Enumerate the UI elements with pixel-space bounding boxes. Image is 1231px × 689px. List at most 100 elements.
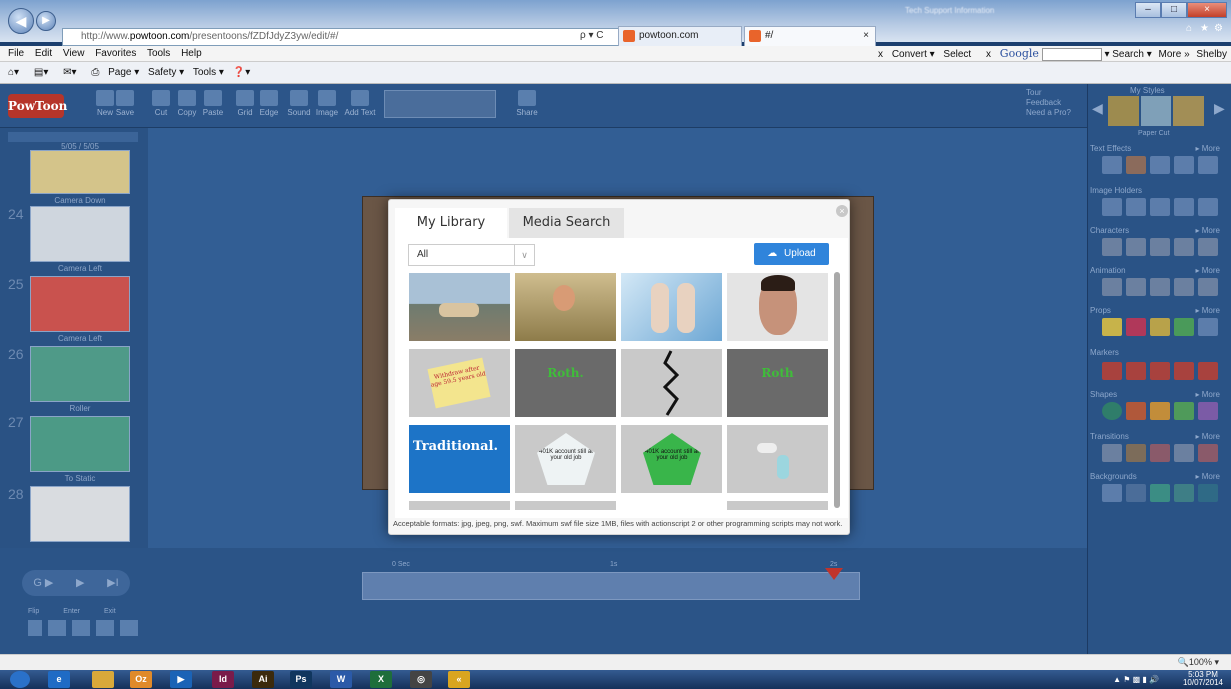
media-player-taskbar-icon[interactable]: ▶ <box>170 671 192 688</box>
google-search-button[interactable]: ▾ Search ▾ <box>1104 49 1151 60</box>
upload-button[interactable]: ☁ Upload <box>754 243 829 265</box>
slide-panel-controls[interactable] <box>8 132 138 142</box>
more-link[interactable]: ▸ More <box>1196 144 1220 153</box>
media-thumbnail[interactable] <box>621 349 722 417</box>
shape-item[interactable] <box>1126 402 1146 420</box>
print-cmd-icon[interactable]: ⎙ <box>91 67 99 78</box>
paste-button[interactable]: Paste <box>196 90 230 117</box>
background-item[interactable] <box>1102 484 1122 502</box>
media-thumbnail[interactable]: 401K account still at your old job <box>621 425 722 493</box>
page-menu[interactable]: Page ▾ <box>108 67 139 78</box>
home-cmd-icon[interactable]: ⌂▾ <box>8 67 25 78</box>
ie-taskbar-icon[interactable]: e <box>48 671 70 688</box>
animation-item[interactable] <box>1126 278 1146 296</box>
convert-button[interactable]: Convert ▾ <box>892 49 935 60</box>
more-link[interactable]: ▸ More <box>1196 226 1220 235</box>
address-bar[interactable]: http://www.powtoon.com/presentoons/fZDfJ… <box>62 28 622 46</box>
transition-item[interactable] <box>1126 444 1146 462</box>
text-format-controls[interactable] <box>384 90 496 118</box>
shape-item[interactable] <box>1102 402 1122 420</box>
animation-item[interactable] <box>1198 278 1218 296</box>
address-controls[interactable]: ρ ▾ C <box>580 30 604 41</box>
help-menu-icon[interactable]: ❓▾ <box>233 67 256 78</box>
text-effect-item[interactable] <box>1150 156 1170 174</box>
shape-item[interactable] <box>1198 402 1218 420</box>
character-item[interactable] <box>1198 238 1218 256</box>
rewind-button[interactable]: G ▶ <box>33 570 53 596</box>
save-button[interactable]: Save <box>108 90 142 117</box>
prop-item[interactable] <box>1198 318 1218 336</box>
star-icon[interactable]: ★ <box>1200 23 1209 34</box>
menu-view[interactable]: View <box>63 48 85 59</box>
character-item[interactable] <box>1102 238 1122 256</box>
background-item[interactable] <box>1126 484 1146 502</box>
system-tray-icons[interactable]: ▲ ⚑ ▩ ▮ 🔊 <box>1113 675 1159 684</box>
more-link[interactable]: ▸ More <box>1196 390 1220 399</box>
styles-prev-arrow[interactable]: ◀ <box>1092 100 1103 117</box>
media-thumbnail[interactable]: Traditional. <box>409 425 510 493</box>
scrollbar-thumb[interactable] <box>834 272 840 508</box>
modal-scrollbar[interactable] <box>834 272 840 508</box>
filter-select[interactable]: All ∨ <box>408 244 535 266</box>
slide-thumbnail[interactable] <box>30 150 130 194</box>
google-close[interactable]: x <box>986 49 991 60</box>
prop-item[interactable] <box>1150 318 1170 336</box>
back-button[interactable]: ◀ <box>8 8 34 34</box>
feeds-cmd-icon[interactable]: ▤▾ <box>34 67 54 78</box>
text-effect-item[interactable] <box>1126 156 1146 174</box>
menu-tools[interactable]: Tools <box>147 48 170 59</box>
character-item[interactable] <box>1150 238 1170 256</box>
background-item[interactable] <box>1198 484 1218 502</box>
media-thumbnail[interactable]: Roth <box>727 349 828 417</box>
tab-powtoon[interactable]: powtoon.com <box>618 26 742 46</box>
style-thumbnail[interactable] <box>1173 96 1205 126</box>
maximize-button[interactable]: □ <box>1161 2 1187 18</box>
media-thumbnail[interactable] <box>621 501 722 510</box>
add-text-button[interactable]: Add Text <box>340 90 380 117</box>
media-thumbnail[interactable]: Roth. <box>515 349 616 417</box>
media-thumbnail[interactable] <box>727 425 828 493</box>
character-item[interactable] <box>1174 238 1194 256</box>
shape-item[interactable] <box>1150 402 1170 420</box>
tab-active[interactable]: #/ × <box>744 26 876 46</box>
media-thumbnail[interactable] <box>515 273 616 341</box>
image-holder-item[interactable] <box>1198 198 1218 216</box>
styles-next-arrow[interactable]: ▶ <box>1214 100 1225 117</box>
start-button[interactable] <box>10 671 30 688</box>
menu-file[interactable]: File <box>8 48 24 59</box>
slide-thumbnail[interactable] <box>30 276 130 332</box>
media-thumbnail[interactable] <box>409 273 510 341</box>
outlook-taskbar-icon[interactable]: Oz <box>130 671 152 688</box>
home-icon[interactable]: ⌂ <box>1186 23 1192 34</box>
prop-item[interactable] <box>1102 318 1122 336</box>
menu-help[interactable]: Help <box>181 48 202 59</box>
menu-edit[interactable]: Edit <box>35 48 52 59</box>
feedback-link[interactable]: Feedback <box>1026 98 1071 108</box>
camera-taskbar-icon[interactable]: ◎ <box>410 671 432 688</box>
slide-thumbnail[interactable] <box>30 346 130 402</box>
timeline-track[interactable] <box>362 572 860 600</box>
text-effect-item[interactable] <box>1198 156 1218 174</box>
forward-button[interactable]: ▶ <box>36 11 56 31</box>
zoom-dropdown[interactable]: ▾ <box>1214 657 1219 667</box>
media-thumbnail[interactable]: 401K account still at your old job <box>515 425 616 493</box>
background-item[interactable] <box>1174 484 1194 502</box>
zoom-level[interactable]: 100% <box>1189 657 1212 667</box>
shape-item[interactable] <box>1174 402 1194 420</box>
illustrator-taskbar-icon[interactable]: Ai <box>252 671 274 688</box>
more-link[interactable]: ▸ More <box>1196 472 1220 481</box>
background-item[interactable] <box>1150 484 1170 502</box>
modal-close-button[interactable]: × <box>836 205 848 217</box>
explorer-taskbar-icon[interactable] <box>92 671 114 688</box>
text-effect-item[interactable] <box>1102 156 1122 174</box>
tab-my-library[interactable]: My Library <box>395 208 507 238</box>
tab-media-search[interactable]: Media Search <box>509 208 624 238</box>
animation-item[interactable] <box>1150 278 1170 296</box>
image-holder-item[interactable] <box>1174 198 1194 216</box>
image-holder-item[interactable] <box>1102 198 1122 216</box>
enter-button[interactable] <box>72 620 91 636</box>
minimize-button[interactable]: – <box>1135 2 1161 18</box>
image-button[interactable]: Image <box>310 90 344 117</box>
more-link[interactable]: ▸ More <box>1196 432 1220 441</box>
tools-menu[interactable]: Tools ▾ <box>193 67 224 78</box>
